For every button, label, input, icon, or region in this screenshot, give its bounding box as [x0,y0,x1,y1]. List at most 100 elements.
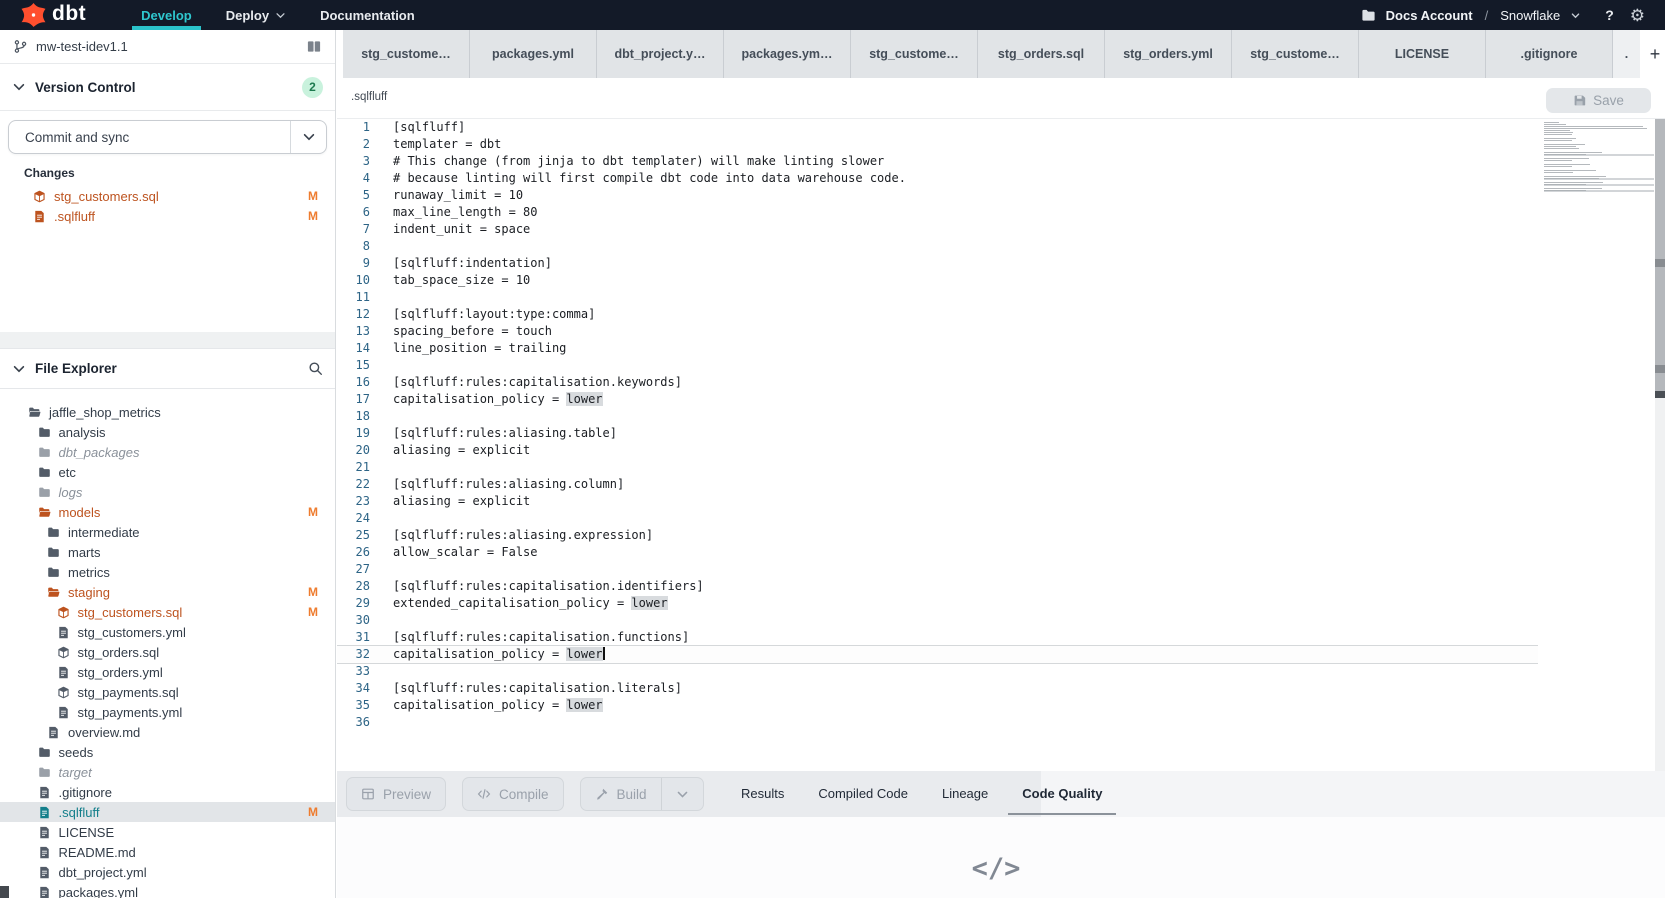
tree-item-stg-orders-sql[interactable]: stg_orders.sql [0,642,335,662]
editor-tab-packages-yml[interactable]: packages.yml [470,30,597,78]
nav-item-develop[interactable]: Develop [124,0,209,30]
tree-item-stg-payments-yml[interactable]: stg_payments.yml [0,702,335,722]
tree-item-stg-customers-sql[interactable]: stg_customers.sqlM [0,602,335,622]
code-line-8[interactable]: 8 [337,238,1655,255]
tree-item-seeds[interactable]: seeds [0,742,335,762]
code-line-3[interactable]: 3# This change (from jinja to dbt templa… [337,153,1655,170]
code-line-22[interactable]: 22[sqlfluff:rules:aliasing.column] [337,476,1655,493]
code-line-5[interactable]: 5runaway_limit = 10 [337,187,1655,204]
editor-minimap[interactable] [1544,122,1654,232]
code-line-2[interactable]: 2templater = dbt [337,136,1655,153]
tree-item-target[interactable]: target [0,762,335,782]
code-line-9[interactable]: 9[sqlfluff:indentation] [337,255,1655,272]
code-editor[interactable]: 1[sqlfluff]2templater = dbt3# This chang… [337,119,1655,771]
tree-item-gitignore[interactable]: .gitignore [0,782,335,802]
tree-item-staging[interactable]: stagingM [0,582,335,602]
code-line-24[interactable]: 24 [337,510,1655,527]
code-line-15[interactable]: 15 [337,357,1655,374]
code-line-27[interactable]: 27 [337,561,1655,578]
change-row-sqlfluff[interactable]: .sqlfluffM [0,206,335,226]
chevron-down-icon[interactable] [1570,10,1581,21]
sidebar-scrollbar-thumb[interactable] [0,886,9,898]
tree-item-models[interactable]: modelsM [0,502,335,522]
panel-tab-compiled-code[interactable]: Compiled Code [804,774,922,815]
editor-tab-packages-ym[interactable]: packages.ym… [724,30,851,78]
connection-selector[interactable]: Snowflake [1500,8,1560,23]
scrollbar-thumb[interactable] [1655,119,1665,396]
code-line-30[interactable]: 30 [337,612,1655,629]
code-line-11[interactable]: 11 [337,289,1655,306]
code-line-29[interactable]: 29extended_capitalisation_policy = lower [337,595,1655,612]
dbt-logo[interactable]: dbt [20,3,86,27]
preview-button[interactable]: Preview [346,777,446,811]
code-line-25[interactable]: 25[sqlfluff:rules:aliasing.expression] [337,527,1655,544]
tree-item-dbt-project-yml[interactable]: dbt_project.yml [0,862,335,882]
tree-item-readme-md[interactable]: README.md [0,842,335,862]
change-row-stg-customers-sql[interactable]: stg_customers.sqlM [0,186,335,206]
nav-item-documentation[interactable]: Documentation [303,0,432,30]
tree-item-license[interactable]: LICENSE [0,822,335,842]
save-button[interactable]: Save [1546,88,1651,113]
code-line-32[interactable]: 32capitalisation_policy = lower [337,646,1538,663]
editor-tab-stg-orders-yml[interactable]: stg_orders.yml [1105,30,1232,78]
code-line-4[interactable]: 4# because linting will first compile db… [337,170,1655,187]
file-explorer-header[interactable]: File Explorer [0,348,335,389]
code-line-1[interactable]: 1[sqlfluff] [337,119,1655,136]
tree-item-etc[interactable]: etc [0,462,335,482]
code-line-18[interactable]: 18 [337,408,1655,425]
tree-item-intermediate[interactable]: intermediate [0,522,335,542]
help-icon[interactable]: ? [1605,7,1614,23]
editor-tab-overflow[interactable]: . [1613,30,1640,78]
code-line-26[interactable]: 26allow_scalar = False [337,544,1655,561]
code-line-6[interactable]: 6max_line_length = 80 [337,204,1655,221]
tree-item-stg-orders-yml[interactable]: stg_orders.yml [0,662,335,682]
tree-item-packages-yml[interactable]: packages.yml [0,882,335,898]
tree-item-overview-md[interactable]: overview.md [0,722,335,742]
code-line-12[interactable]: 12[sqlfluff:layout:type:comma] [337,306,1655,323]
tree-item-dbt-packages[interactable]: dbt_packages [0,442,335,462]
code-line-19[interactable]: 19[sqlfluff:rules:aliasing.table] [337,425,1655,442]
editor-tab-dbt-project-y[interactable]: dbt_project.y… [597,30,724,78]
code-line-33[interactable]: 33 [337,663,1655,680]
code-line-36[interactable]: 36 [337,714,1655,731]
tree-item-sqlfluff[interactable]: .sqlfluffM [0,802,335,822]
panel-tab-code-quality[interactable]: Code Quality [1008,774,1116,815]
editor-tab-stg-custome[interactable]: stg_custome… [1232,30,1359,78]
code-line-35[interactable]: 35capitalisation_policy = lower [337,697,1655,714]
panel-tab-lineage[interactable]: Lineage [928,774,1002,815]
panel-columns-icon[interactable] [306,39,322,54]
code-line-28[interactable]: 28[sqlfluff:rules:capitalisation.identif… [337,578,1655,595]
git-branch-row[interactable]: mw-test-idev1.1 [0,30,335,64]
search-icon[interactable] [308,361,323,376]
settings-gear-icon[interactable]: ⚙ [1630,7,1645,24]
editor-tab-stg-custome[interactable]: stg_custome… [851,30,978,78]
build-button[interactable]: Build [581,778,661,810]
editor-tab-stg-custome[interactable]: stg_custome… [343,30,470,78]
editor-tab-stg-orders-sql[interactable]: stg_orders.sql [978,30,1105,78]
tree-item-logs[interactable]: logs [0,482,335,502]
account-name[interactable]: Docs Account [1386,8,1473,23]
code-line-21[interactable]: 21 [337,459,1655,476]
tree-item-marts[interactable]: marts [0,542,335,562]
tree-item-stg-customers-yml[interactable]: stg_customers.yml [0,622,335,642]
code-line-7[interactable]: 7indent_unit = space [337,221,1655,238]
nav-item-deploy[interactable]: Deploy [209,0,303,30]
commit-options-dropdown[interactable] [290,121,326,153]
commit-and-sync-button[interactable]: Commit and sync [8,120,327,154]
code-line-16[interactable]: 16[sqlfluff:rules:capitalisation.keyword… [337,374,1655,391]
version-control-header[interactable]: Version Control 2 [0,64,335,111]
code-line-20[interactable]: 20aliasing = explicit [337,442,1655,459]
code-line-31[interactable]: 31[sqlfluff:rules:capitalisation.functio… [337,629,1655,646]
editor-scrollbar[interactable] [1655,119,1665,771]
code-line-34[interactable]: 34[sqlfluff:rules:capitalisation.literal… [337,680,1655,697]
code-line-23[interactable]: 23aliasing = explicit [337,493,1655,510]
code-line-13[interactable]: 13spacing_before = touch [337,323,1655,340]
tree-item-stg-payments-sql[interactable]: stg_payments.sql [0,682,335,702]
tree-item-jaffle-shop-metrics[interactable]: jaffle_shop_metrics [0,402,335,422]
code-line-14[interactable]: 14line_position = trailing [337,340,1655,357]
tree-item-analysis[interactable]: analysis [0,422,335,442]
editor-tab-license[interactable]: LICENSE [1359,30,1486,78]
build-options-dropdown[interactable] [661,778,703,810]
new-tab-button[interactable]: + [1640,30,1665,78]
code-line-10[interactable]: 10tab_space_size = 10 [337,272,1655,289]
